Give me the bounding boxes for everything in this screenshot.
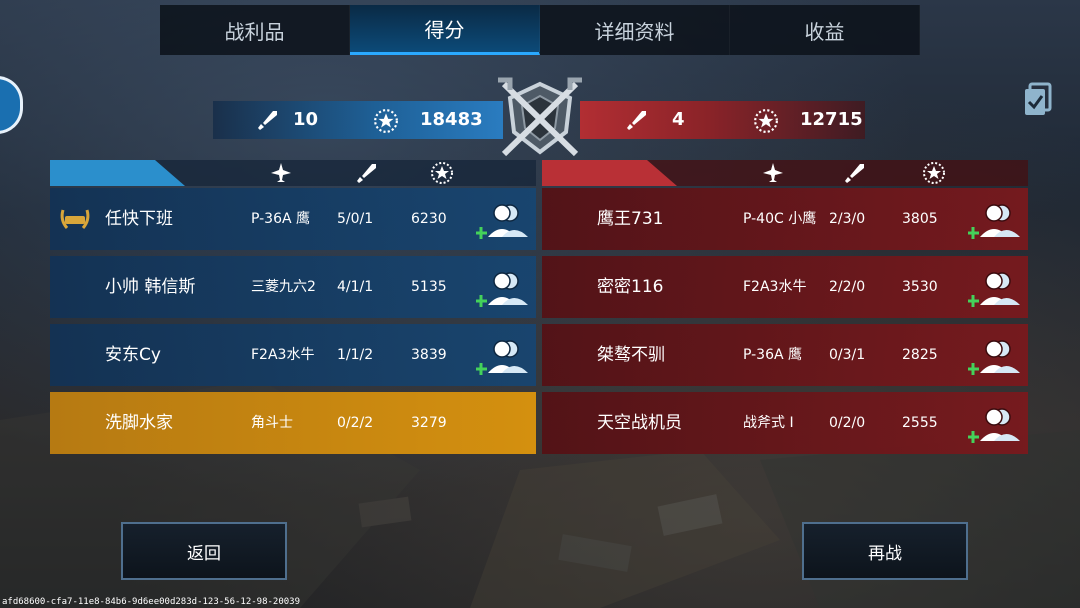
blue-player-row[interactable]: 安东Cy F2A3水牛 1/1/2 3839 (50, 324, 536, 386)
red-team-score-bar: 4 12715 (580, 101, 865, 139)
tab-earnings[interactable]: 收益 (730, 5, 920, 55)
sword-icon (357, 164, 376, 183)
player-score: 2825 (902, 347, 938, 363)
red-player-row[interactable]: 鹰王731 P-40C 小鹰 2/3/0 3805 (542, 188, 1028, 250)
player-name: 任快下班 (105, 209, 173, 229)
sword-icon (258, 111, 277, 130)
star-medal-icon (374, 109, 398, 133)
player-avatar[interactable] (0, 76, 23, 134)
player-kda: 2/3/0 (829, 211, 866, 227)
player-plane: F2A3水牛 (743, 279, 807, 295)
player-kda: 0/3/1 (829, 347, 866, 363)
blue-player-row-self[interactable]: 洗脚水家 角斗士 0/2/2 3279 (50, 392, 536, 454)
player-score: 3839 (411, 347, 447, 363)
player-score: 3530 (902, 279, 938, 295)
player-kda: 0/2/0 (829, 415, 866, 431)
player-score: 5135 (411, 279, 447, 295)
star-medal-icon (923, 162, 945, 184)
blue-team-score-bar: 10 18483 (213, 101, 503, 139)
player-kda: 5/0/1 (337, 211, 374, 227)
add-friend-icon[interactable] (476, 269, 532, 309)
blue-team-tab (50, 160, 185, 186)
sword-icon (627, 111, 646, 130)
red-player-row[interactable]: 密密116 F2A3水牛 2/2/0 3530 (542, 256, 1028, 318)
player-kda: 1/1/2 (337, 347, 374, 363)
player-plane: 三菱九六2 (251, 279, 316, 295)
player-name: 密密116 (597, 277, 664, 297)
add-friend-icon[interactable] (968, 269, 1024, 309)
blue-score-value: 18483 (420, 109, 483, 130)
red-kills-value: 4 (672, 109, 685, 130)
red-score-value: 12715 (800, 109, 863, 130)
blue-player-row[interactable]: 小帅 韩信斯 三菱九六2 4/1/1 5135 (50, 256, 536, 318)
add-friend-icon[interactable] (968, 337, 1024, 377)
red-team-header (542, 160, 1028, 186)
back-button[interactable]: 返回 (121, 522, 287, 580)
tab-details[interactable]: 详细资料 (540, 5, 730, 55)
red-player-row[interactable]: 桀骜不驯 P-36A 鹰 0/3/1 2825 (542, 324, 1028, 386)
add-friend-icon[interactable] (476, 201, 532, 241)
blue-kills-value: 10 (293, 109, 319, 130)
player-name: 洗脚水家 (105, 413, 173, 433)
crossed-swords-emblem-icon (498, 77, 582, 157)
player-score: 3805 (902, 211, 938, 227)
red-player-row[interactable]: 天空战机员 战斧式 I 0/2/0 2555 (542, 392, 1028, 454)
star-medal-icon (431, 162, 453, 184)
player-score: 6230 (411, 211, 447, 227)
player-kda: 0/2/2 (337, 415, 374, 431)
player-plane: F2A3水牛 (251, 347, 315, 363)
player-name: 安东Cy (105, 345, 161, 365)
red-team-tab (542, 160, 677, 186)
sword-icon (845, 164, 864, 183)
star-medal-icon (754, 109, 778, 133)
add-friend-icon[interactable] (476, 337, 532, 377)
player-name: 鹰王731 (597, 209, 664, 229)
player-score: 3279 (411, 415, 447, 431)
mvp-wreath-icon (60, 209, 90, 229)
player-score: 2555 (902, 415, 938, 431)
player-plane: P-36A 鹰 (251, 211, 311, 227)
player-plane: 角斗士 (251, 415, 293, 431)
player-plane: P-36A 鹰 (743, 347, 803, 363)
player-name: 小帅 韩信斯 (105, 277, 196, 297)
player-kda: 4/1/1 (337, 279, 374, 295)
clipboard-check-icon[interactable] (1022, 82, 1054, 118)
plane-icon (763, 163, 783, 182)
result-tabs: 战利品 得分 详细资料 收益 (160, 5, 920, 55)
session-id-text: afd68600-cfa7-11e8-84b6-9d6ee00d283d-123… (2, 597, 301, 607)
blue-team-header (50, 160, 536, 186)
blue-player-row[interactable]: 任快下班 P-36A 鹰 5/0/1 6230 (50, 188, 536, 250)
player-plane: 战斧式 I (743, 415, 794, 431)
rematch-button[interactable]: 再战 (802, 522, 968, 580)
tab-loot[interactable]: 战利品 (160, 5, 350, 55)
tab-score[interactable]: 得分 (350, 5, 540, 55)
add-friend-icon[interactable] (968, 201, 1024, 241)
player-plane: P-40C 小鹰 (743, 211, 817, 227)
player-name: 天空战机员 (597, 413, 682, 433)
player-name: 桀骜不驯 (597, 345, 665, 365)
add-friend-icon[interactable] (968, 405, 1024, 445)
player-kda: 2/2/0 (829, 279, 866, 295)
plane-icon (271, 163, 291, 182)
